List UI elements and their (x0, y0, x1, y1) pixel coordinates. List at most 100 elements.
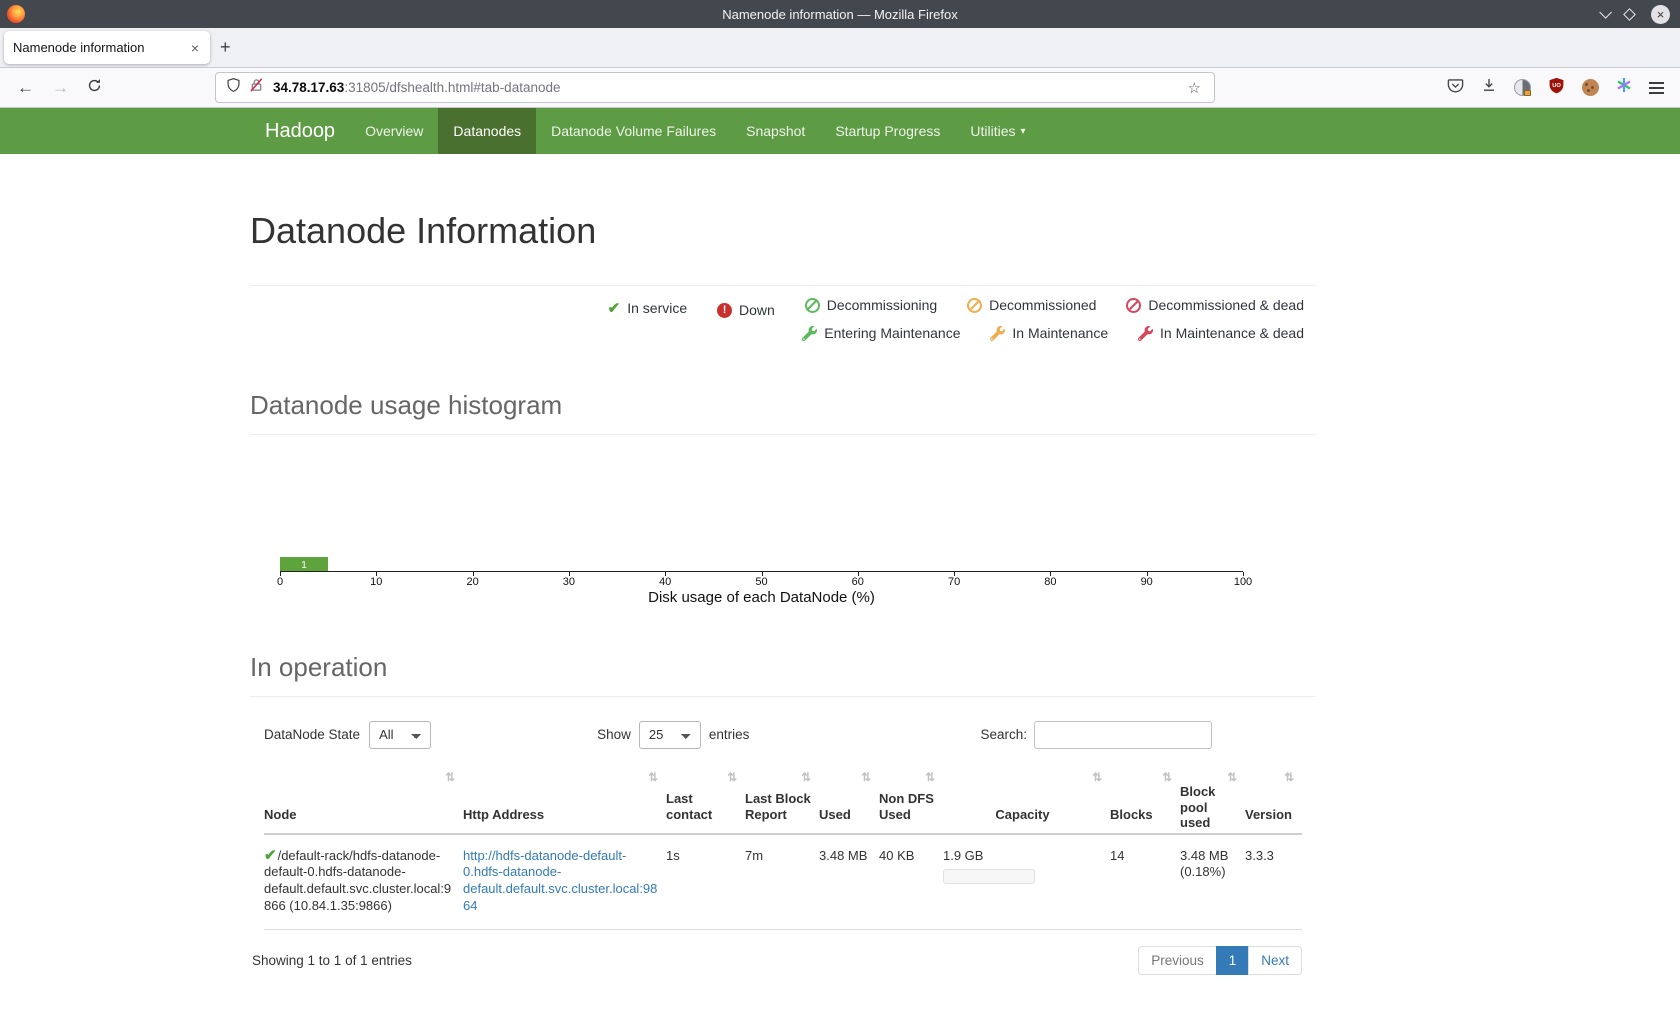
sort-icon[interactable]: ⇅ (727, 773, 737, 785)
sort-icon[interactable]: ⇅ (1162, 773, 1172, 785)
datanode-table: ⇅Node ⇅Http Address ⇅Last contact ⇅Last … (264, 773, 1302, 931)
next-page-button[interactable]: Next (1248, 946, 1302, 975)
x-tick: 80 (1044, 576, 1056, 588)
tab-title: Namenode information (13, 40, 189, 55)
bar-value-label: 1 (301, 560, 307, 571)
legend-down: !Down (717, 302, 775, 318)
sort-icon[interactable]: ⇅ (445, 773, 455, 785)
datanode-state-select[interactable]: All (369, 721, 431, 749)
forward-icon[interactable]: → (43, 78, 78, 98)
column-header-capacity[interactable]: ⇅Capacity (943, 773, 1110, 834)
datanode-state-label: DataNode State (264, 727, 360, 742)
legend-decommissioning: Decommissioning (805, 297, 937, 313)
histogram-bar: 1 (280, 557, 328, 571)
node-cell: ✔/default-rack/hdfs-datanode-default-0.h… (264, 834, 463, 930)
x-axis-title: Disk usage of each DataNode (%) (280, 589, 1243, 606)
table-header-row: ⇅Node ⇅Http Address ⇅Last contact ⇅Last … (264, 773, 1302, 834)
sort-icon[interactable]: ⇅ (801, 773, 811, 785)
legend-in-maintenance-dead: In Maintenance & dead (1138, 325, 1304, 341)
nav-item-datanode-volume-failures[interactable]: Datanode Volume Failures (536, 108, 731, 154)
sort-icon[interactable]: ⇅ (648, 773, 658, 785)
column-header-used[interactable]: ⇅Used (819, 773, 879, 834)
privacy-extension-icon[interactable] (1514, 79, 1531, 96)
column-header-node[interactable]: ⇅Node (264, 773, 463, 834)
tab-close-icon[interactable]: × (189, 40, 201, 56)
check-icon: ✔ (608, 301, 621, 316)
http-address-link[interactable]: http://hdfs-datanode-default-0.hdfs-data… (463, 848, 657, 914)
nav-item-startup-progress[interactable]: Startup Progress (820, 108, 955, 154)
window-minimize-icon[interactable] (1599, 6, 1612, 19)
used-cell: 3.48 MB (819, 834, 879, 930)
version-cell: 3.3.3 (1245, 834, 1302, 930)
back-icon[interactable]: ← (8, 78, 43, 98)
navbar-brand[interactable]: Hadoop (250, 108, 350, 154)
pagination: Previous 1 Next (1139, 946, 1302, 975)
x-tick: 10 (370, 576, 382, 588)
table-footer: Showing 1 to 1 of 1 entries Previous 1 N… (250, 946, 1316, 975)
window-close-icon[interactable]: × (1651, 5, 1670, 24)
cookie-extension-icon[interactable] (1582, 79, 1599, 96)
url-host: 34.78.17.63 (273, 80, 344, 95)
in-operation-section-title: In operation (250, 652, 1316, 697)
x-tick: 100 (1234, 576, 1252, 588)
entries-summary: Showing 1 to 1 of 1 entries (252, 953, 412, 968)
column-header-non-dfs-used[interactable]: ⇅Non DFS Used (879, 773, 943, 834)
table-controls: DataNode State All Show 25 entries Searc… (250, 721, 1316, 749)
legend-decommissioned-dead: Decommissioned & dead (1126, 297, 1304, 313)
menu-icon[interactable] (1649, 82, 1664, 94)
window-title: Namenode information — Mozilla Firefox (0, 7, 1680, 22)
search-input[interactable] (1034, 721, 1212, 749)
chevron-down-icon: ▾ (1021, 126, 1026, 137)
nav-item-datanodes[interactable]: Datanodes (438, 108, 536, 154)
container-extension-icon[interactable] (1616, 77, 1632, 98)
sort-icon[interactable]: ⇅ (925, 773, 935, 785)
capacity-cell: 1.9 GB (943, 834, 1110, 930)
sort-icon[interactable]: ⇅ (1227, 773, 1237, 785)
wrench-icon (1138, 326, 1153, 341)
downloads-icon[interactable] (1481, 77, 1497, 98)
bookmark-star-icon[interactable]: ☆ (1188, 79, 1204, 97)
wrench-icon (802, 326, 817, 341)
reload-icon[interactable] (78, 78, 111, 98)
tracking-shield-icon[interactable] (226, 77, 241, 98)
column-header-http-address[interactable]: ⇅Http Address (463, 773, 666, 834)
browser-toolbar: ← → 34.78.17.63:31805/dfshealth.html#tab… (0, 68, 1680, 108)
column-header-version[interactable]: ⇅Version (1245, 773, 1302, 834)
pocket-icon[interactable] (1447, 77, 1464, 99)
x-tick: 20 (466, 576, 478, 588)
page-length-select[interactable]: 25 (639, 721, 701, 749)
insecure-lock-icon[interactable] (249, 77, 264, 98)
page-1-button[interactable]: 1 (1216, 946, 1250, 975)
ublock-extension-icon[interactable] (1548, 77, 1565, 99)
tab-strip: Namenode information × + (0, 28, 1680, 68)
sort-icon[interactable]: ⇅ (861, 773, 871, 785)
sort-icon[interactable]: ⇅ (1092, 773, 1102, 785)
x-tick: 60 (852, 576, 864, 588)
page-title: Datanode Information (250, 210, 1316, 286)
x-tick: 50 (755, 576, 767, 588)
nav-item-snapshot[interactable]: Snapshot (731, 108, 820, 154)
show-label: Show (597, 727, 631, 742)
nav-item-overview[interactable]: Overview (350, 108, 438, 154)
column-header-last-contact[interactable]: ⇅Last contact (666, 773, 745, 834)
column-header-block-pool-used[interactable]: ⇅Block pool used (1180, 773, 1245, 834)
blocks-cell: 14 (1110, 834, 1180, 930)
new-tab-button[interactable]: + (210, 35, 241, 60)
non-dfs-used-cell: 40 KB (879, 834, 943, 930)
page-content: Datanode Information ✔In service !Down D… (250, 210, 1316, 975)
column-header-blocks[interactable]: ⇅Blocks (1110, 773, 1180, 834)
check-icon: ✔ (264, 847, 277, 864)
nav-item-utilities[interactable]: Utilities▾ (955, 108, 1040, 154)
x-tick: 40 (659, 576, 671, 588)
histogram-section-title: Datanode usage histogram (250, 390, 1316, 435)
sort-icon[interactable]: ⇅ (1284, 773, 1294, 785)
window-maximize-icon[interactable] (1623, 8, 1636, 21)
wrench-icon (990, 326, 1005, 341)
node-address: /default-rack/hdfs-datanode-default-0.hd… (264, 848, 451, 914)
browser-tab[interactable]: Namenode information × (4, 31, 210, 64)
previous-page-button[interactable]: Previous (1138, 946, 1217, 975)
column-header-last-block-report[interactable]: ⇅Last Block Report (745, 773, 819, 834)
no-entry-icon (1126, 298, 1141, 313)
legend-entering-maintenance: Entering Maintenance (802, 325, 960, 341)
url-bar[interactable]: 34.78.17.63:31805/dfshealth.html#tab-dat… (215, 72, 1215, 103)
